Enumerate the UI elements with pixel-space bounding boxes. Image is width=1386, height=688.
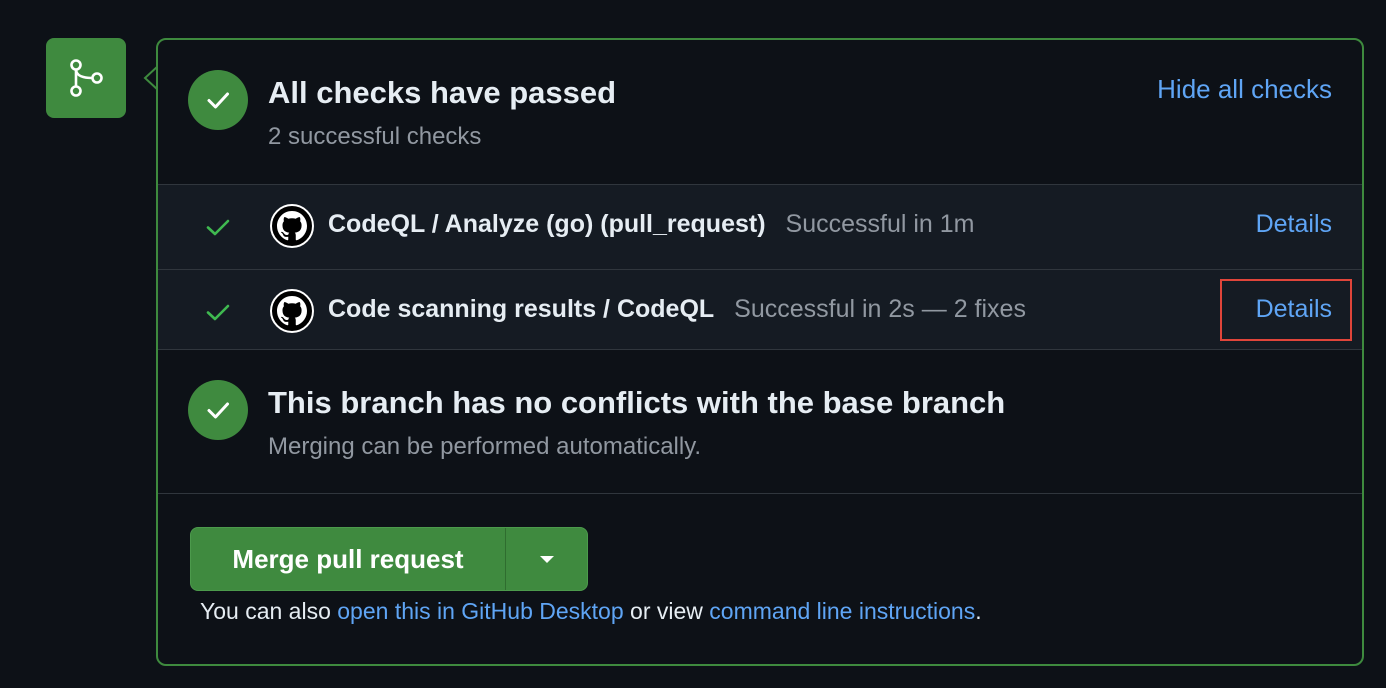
github-logo-icon: [270, 289, 314, 333]
merge-box: All checks have passed 2 successful chec…: [156, 38, 1364, 666]
merge-section: Merge pull request You can also open thi…: [158, 494, 1362, 666]
merge-note-suffix: .: [975, 598, 982, 624]
github-logo-icon: [270, 204, 314, 248]
highlight-box: [1220, 279, 1352, 341]
git-merge-icon: [46, 38, 126, 118]
conflicts-title: This branch has no conflicts with the ba…: [268, 385, 1006, 420]
open-in-github-desktop-link[interactable]: open this in GitHub Desktop: [337, 598, 623, 624]
caret-down-icon: [539, 556, 554, 563]
conflicts-subtitle: Merging can be performed automatically.: [268, 433, 702, 460]
checks-list: CodeQL / Analyze (go) (pull_request) Succ…: [158, 184, 1362, 350]
conflicts-section: This branch has no conflicts with the ba…: [158, 350, 1362, 494]
check-circle-icon: [188, 70, 248, 130]
checks-status-subtitle: 2 successful checks: [268, 123, 482, 150]
check-row: Code scanning results / CodeQL Successful…: [158, 269, 1362, 352]
check-icon: [206, 304, 230, 321]
check-status-text: Successful in 1m: [785, 210, 975, 238]
merge-method-dropdown-button[interactable]: [506, 528, 587, 590]
checks-status-title: All checks have passed: [268, 75, 617, 110]
checks-status-section: All checks have passed 2 successful chec…: [158, 40, 1362, 184]
merge-pull-request-button[interactable]: Merge pull request: [191, 528, 506, 590]
merge-alternatives-note: You can also open this in GitHub Desktop…: [200, 598, 982, 625]
check-name: CodeQL / Analyze (go) (pull_request) Succ…: [328, 210, 975, 239]
check-circle-icon: [188, 380, 248, 440]
command-line-instructions-link[interactable]: command line instructions: [709, 598, 975, 624]
merge-note-prefix: You can also: [200, 598, 338, 624]
hide-all-checks-link[interactable]: Hide all checks: [1157, 74, 1332, 105]
check-name-text: CodeQL / Analyze (go) (pull_request): [328, 210, 766, 238]
check-details-link[interactable]: Details: [1256, 210, 1332, 239]
check-name: Code scanning results / CodeQL Successful…: [328, 295, 1026, 324]
check-icon: [206, 219, 230, 236]
check-status-text: Successful in 2s — 2 fixes: [734, 295, 1026, 323]
merge-note-middle: or view: [623, 598, 710, 624]
check-row: CodeQL / Analyze (go) (pull_request) Succ…: [158, 185, 1362, 268]
check-name-text: Code scanning results / CodeQL: [328, 295, 715, 323]
merge-button-group: Merge pull request: [190, 527, 588, 591]
